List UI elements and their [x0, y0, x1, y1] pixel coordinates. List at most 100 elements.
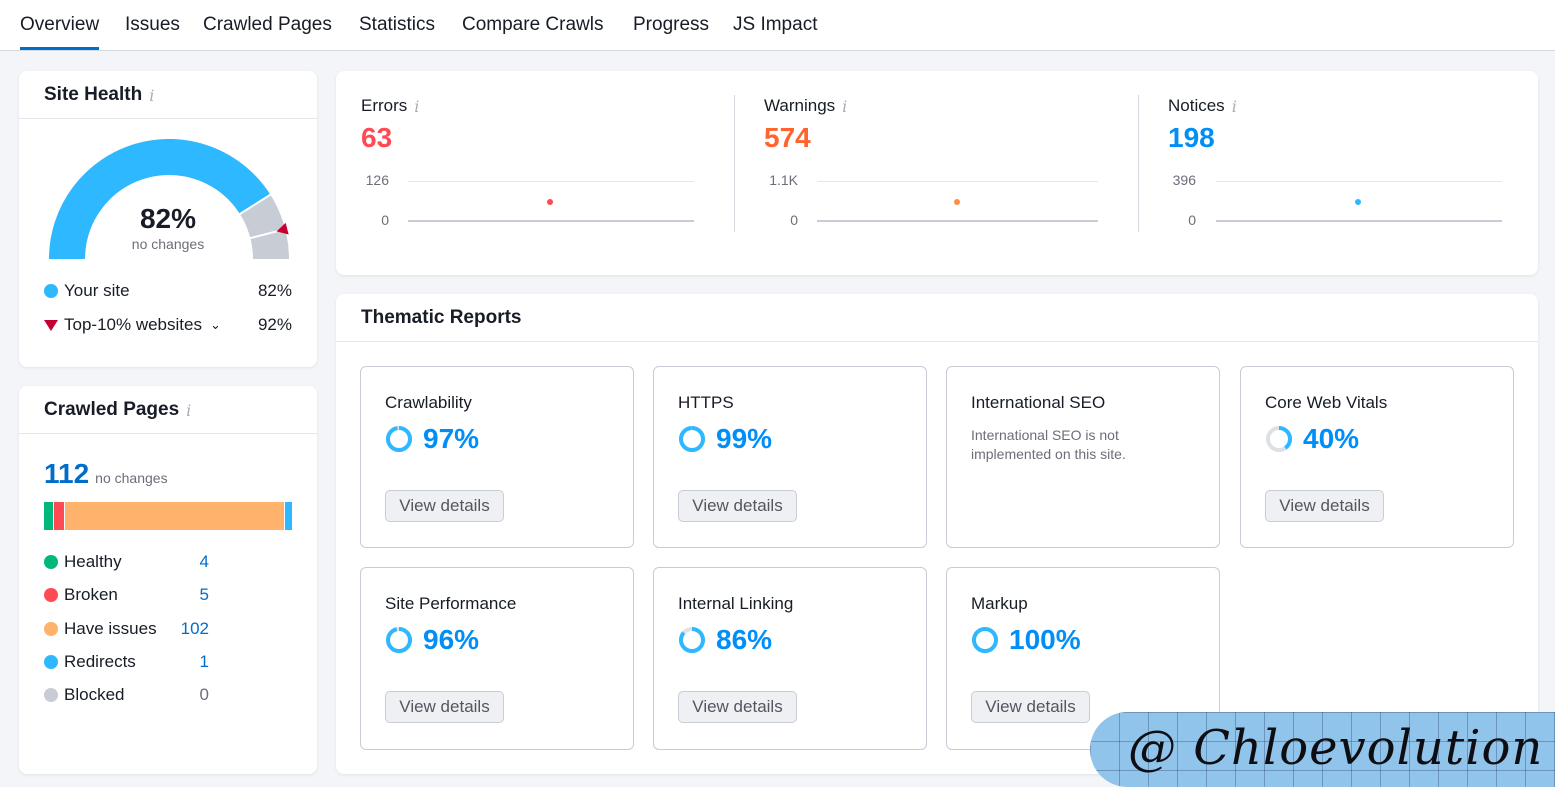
divider — [734, 95, 735, 232]
crawled-pages-bar — [44, 502, 292, 530]
info-icon[interactable]: i — [842, 97, 847, 116]
tab-statistics[interactable]: Statistics — [359, 14, 435, 36]
report-score: 96% — [423, 624, 480, 655]
report-card-crawlability: Crawlability 97% View details — [360, 366, 634, 548]
cp-count[interactable]: 102 — [181, 619, 209, 639]
site-health-subtitle: no changes — [131, 236, 205, 252]
errors-point — [547, 199, 553, 205]
info-icon[interactable]: i — [186, 401, 191, 420]
notices-value[interactable]: 198 — [1168, 122, 1508, 154]
axis-max-label: 396 — [1172, 172, 1196, 188]
warnings-value[interactable]: 574 — [764, 122, 1104, 154]
bar-segment — [284, 502, 292, 530]
thematic-reports-card: Thematic Reports Crawlability 97% View d… — [336, 294, 1538, 774]
progress-ring-icon — [972, 627, 998, 653]
warnings-point — [954, 199, 960, 205]
report-score: 100% — [1009, 624, 1081, 655]
cp-label: Redirects — [64, 652, 136, 671]
notices-metric: Notices i 198 396 0 — [1168, 96, 1508, 266]
errors-value[interactable]: 63 — [361, 122, 701, 154]
cp-count[interactable]: 4 — [200, 552, 209, 572]
grid-line — [1216, 181, 1502, 182]
legend-value: 92% — [257, 315, 292, 334]
cp-label: Have issues — [64, 619, 157, 638]
legend-label: Your site — [64, 281, 130, 300]
bar-segment — [65, 502, 284, 530]
list-item[interactable]: Broken 5 — [44, 585, 209, 605]
cp-label: Healthy — [64, 552, 122, 571]
crawled-pages-subtitle: no changes — [95, 470, 168, 486]
site-health-title: Site Health — [44, 84, 143, 105]
baseline — [1216, 220, 1502, 222]
report-name: Internal Linking — [678, 594, 794, 613]
report-name: Markup — [971, 594, 1028, 613]
watermark: @ Chloevolution — [1090, 712, 1555, 787]
axis-min-label: 0 — [381, 212, 389, 228]
ring-fill — [386, 627, 412, 653]
cp-count[interactable]: 1 — [200, 652, 209, 672]
info-icon[interactable]: i — [1232, 97, 1237, 116]
report-name: International SEO — [971, 393, 1106, 412]
axis-min-label: 0 — [1188, 212, 1196, 228]
crawled-pages-title: Crawled Pages — [44, 399, 180, 420]
legend-value: 82% — [257, 281, 292, 300]
issues-dot-icon — [44, 622, 58, 636]
axis-max-label: 1.1K — [769, 172, 798, 188]
healthy-dot-icon — [44, 555, 58, 569]
grid-line — [817, 181, 1098, 182]
report-name: Core Web Vitals — [1265, 393, 1388, 412]
tab-js-impact[interactable]: JS Impact — [733, 14, 817, 36]
list-item[interactable]: Healthy 4 — [44, 552, 209, 572]
list-item[interactable]: Have issues 102 — [44, 619, 209, 639]
progress-ring-icon — [386, 627, 412, 653]
tab-overview[interactable]: Overview — [20, 14, 100, 50]
report-card-internal-linking: Internal Linking 86% View details — [653, 567, 927, 750]
report-name: Crawlability — [385, 393, 472, 412]
bar-segment — [44, 502, 53, 530]
baseline — [408, 220, 694, 222]
warnings-label: Warnings — [764, 96, 836, 115]
report-card-site-performance: Site Performance 96% View details — [360, 567, 634, 750]
tab-progress[interactable]: Progress — [633, 14, 709, 36]
report-card-core-web-vitals: Core Web Vitals 40% View details — [1240, 366, 1514, 548]
site-health-score: 82% — [139, 203, 197, 234]
report-card-https: HTTPS 99% View details — [653, 366, 927, 548]
info-icon[interactable]: i — [414, 97, 419, 116]
view-details-button[interactable]: View details — [385, 490, 504, 522]
cp-count[interactable]: 5 — [200, 585, 209, 605]
view-details-button[interactable]: View details — [971, 691, 1090, 723]
watermark-text: @ Chloevolution — [1128, 720, 1544, 776]
redirects-dot-icon — [44, 655, 58, 669]
notices-label: Notices — [1168, 96, 1225, 115]
ring-fill — [386, 426, 412, 452]
view-details-button[interactable]: View details — [1265, 490, 1384, 522]
cp-label: Broken — [64, 585, 118, 604]
info-icon[interactable]: i — [149, 86, 154, 105]
list-item[interactable]: Redirects 1 — [44, 652, 209, 672]
tab-crawled-pages[interactable]: Crawled Pages — [203, 14, 332, 36]
tab-bar: Overview Issues Crawled Pages Statistics… — [0, 0, 1555, 51]
view-details-button[interactable]: View details — [678, 490, 797, 522]
legend-top-sites[interactable]: Top-10% websites ⌄ 92% — [44, 315, 292, 335]
report-score: 40% — [1303, 423, 1360, 454]
issues-summary-card: Errors i 63 126 0 Warnings i 574 1.1K 0 No… — [336, 71, 1538, 275]
cp-count: 0 — [199, 685, 209, 704]
divider — [19, 433, 317, 434]
legend-your-site: Your site 82% — [44, 281, 292, 301]
progress-ring-icon — [1266, 426, 1292, 452]
triangle-down-icon — [44, 319, 58, 331]
progress-ring-icon — [386, 426, 412, 452]
view-details-button[interactable]: View details — [385, 691, 504, 723]
tab-compare-crawls[interactable]: Compare Crawls — [462, 14, 603, 36]
ring-fill — [972, 627, 998, 653]
warnings-metric: Warnings i 574 1.1K 0 — [764, 96, 1104, 266]
errors-metric: Errors i 63 126 0 — [361, 96, 701, 266]
chevron-down-icon[interactable]: ⌄ — [210, 317, 221, 333]
progress-ring-icon — [679, 426, 705, 452]
report-score: 99% — [716, 423, 773, 454]
broken-dot-icon — [44, 588, 58, 602]
view-details-button[interactable]: View details — [678, 691, 797, 723]
thematic-reports-title: Thematic Reports — [361, 307, 522, 328]
crawled-pages-total[interactable]: 112 — [44, 458, 89, 490]
tab-issues[interactable]: Issues — [125, 14, 180, 36]
